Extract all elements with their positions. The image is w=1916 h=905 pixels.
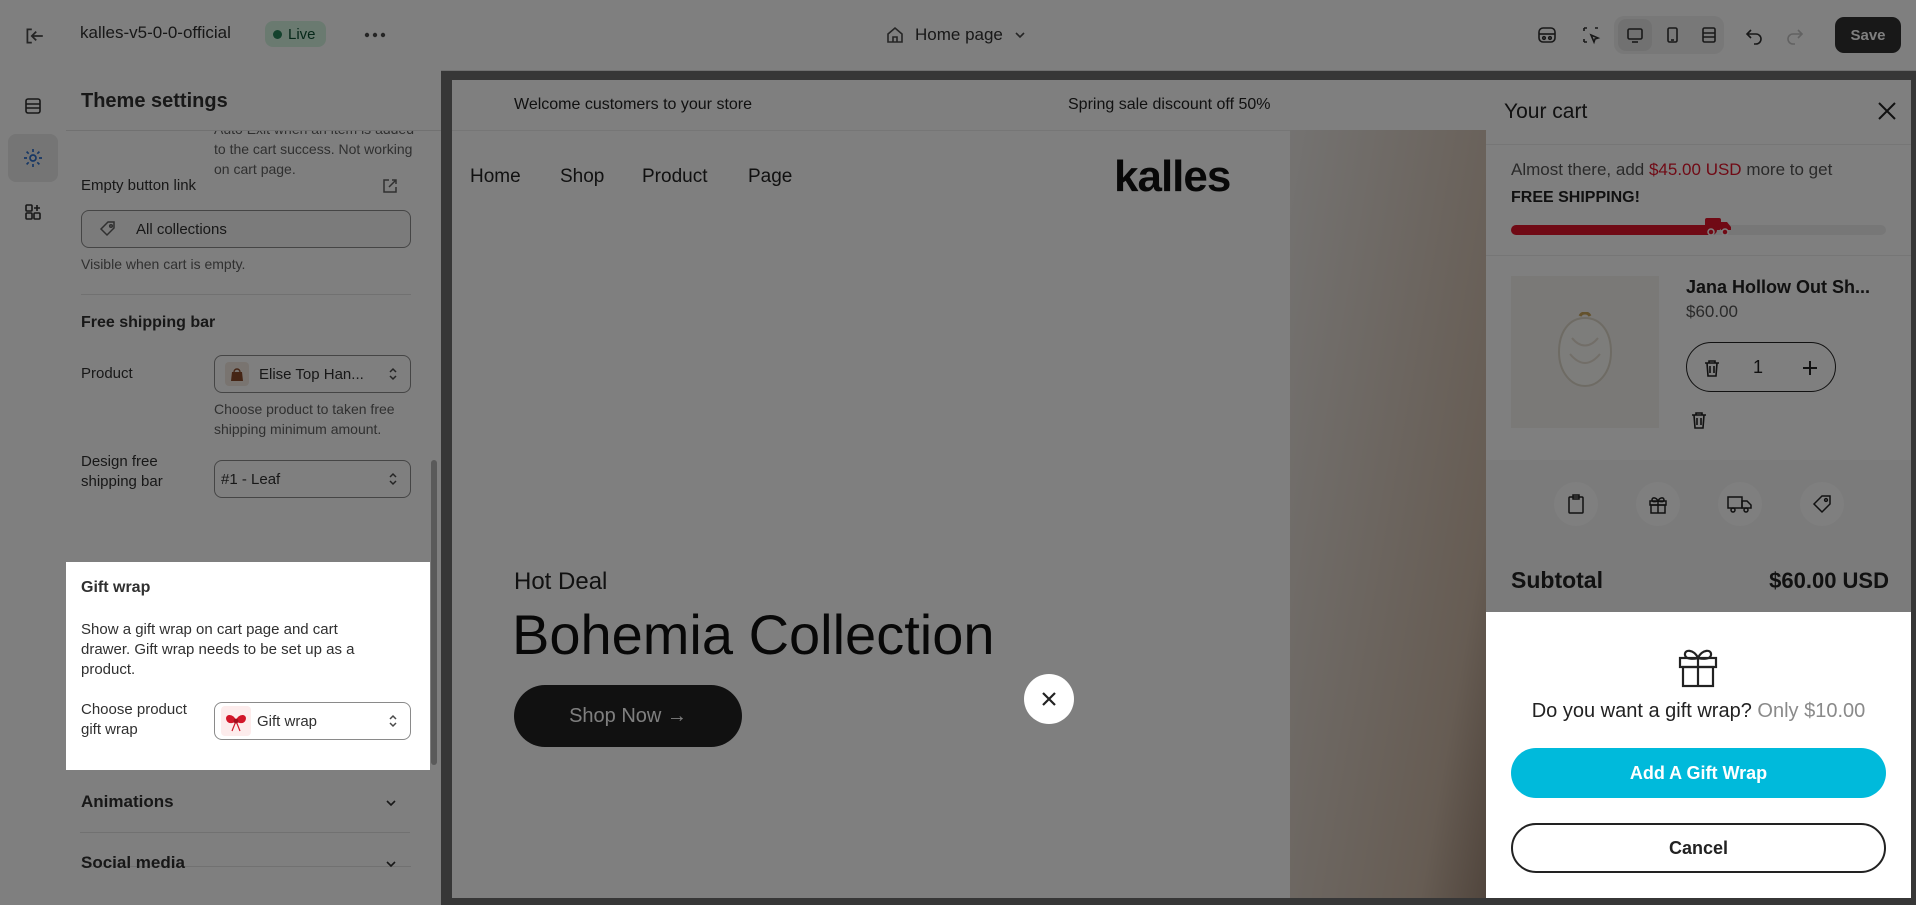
gift-wrap-popup: Do you want a gift wrap? Only $10.00 Add…	[1486, 612, 1911, 898]
add-gift-wrap-button[interactable]: Add A Gift Wrap	[1511, 748, 1886, 798]
gift-price: Only $10.00	[1757, 700, 1866, 722]
close-popup-icon[interactable]	[1024, 674, 1074, 724]
cancel-button[interactable]: Cancel	[1511, 823, 1886, 873]
gift-box-icon	[1672, 640, 1724, 692]
gift-question-text: Do you want a gift wrap?	[1531, 700, 1752, 722]
choose-gift-wrap-label: Choose product gift wrap	[81, 701, 187, 738]
gift-wrap-select-value: Gift wrap	[257, 712, 318, 730]
select-arrows-icon	[388, 713, 398, 729]
gift-wrap-select[interactable]: Gift wrap	[214, 702, 411, 740]
gift-question: Do you want a gift wrap? Only $10.00	[1486, 700, 1911, 723]
gift-wrap-description: Show a gift wrap on cart page and cart d…	[81, 621, 355, 678]
gift-bow-thumbnail-icon	[221, 706, 251, 736]
gift-wrap-heading: Gift wrap	[81, 579, 151, 596]
gift-wrap-settings-card: Gift wrap Show a gift wrap on cart page …	[66, 562, 430, 770]
